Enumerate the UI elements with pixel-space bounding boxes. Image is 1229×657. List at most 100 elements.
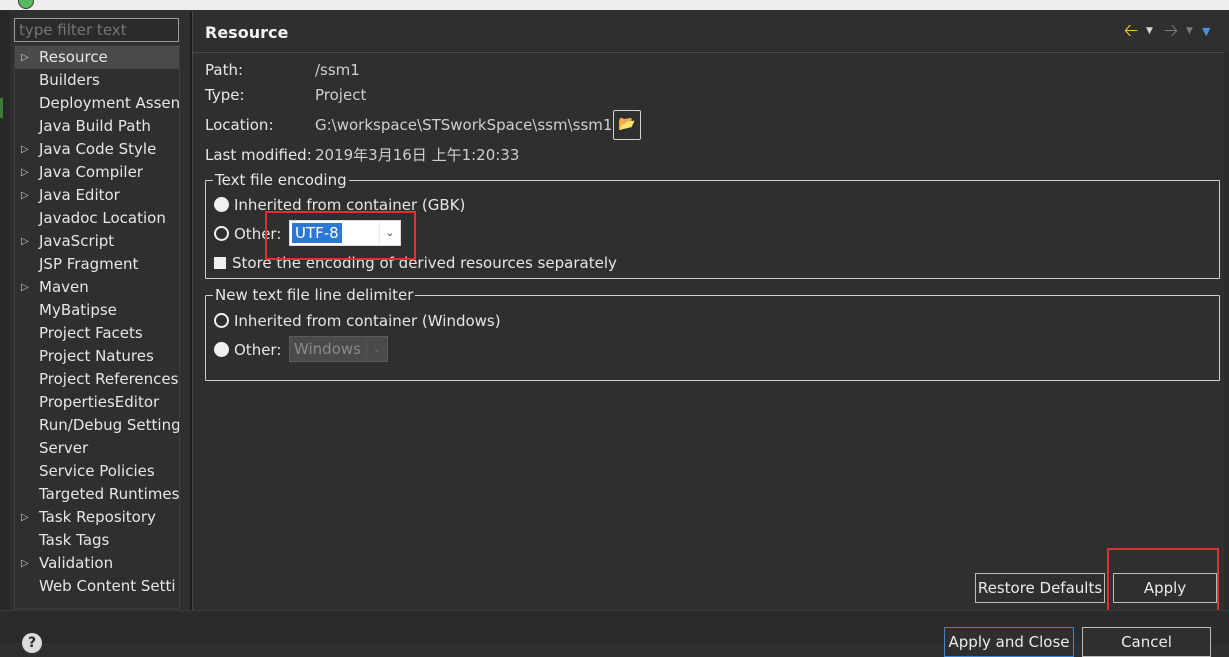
text-encoding-legend: Text file encoding [213,170,349,190]
expand-arrow-icon[interactable]: ▷ [21,276,31,299]
page-scrollbar[interactable] [1224,52,1229,610]
tree-item[interactable]: Task Tags [15,529,179,552]
tree-item[interactable]: ▷ Resource [15,46,179,69]
tree-item-label: Service Policies [39,462,155,480]
path-row: Path: /ssm1 [205,60,360,80]
tree-item-label: PropertiesEditor [39,393,160,411]
filter-input[interactable] [15,19,178,41]
expand-arrow-icon[interactable]: ▷ [21,46,31,69]
tree-item[interactable]: Service Policies [15,460,179,483]
tree-item[interactable]: JSP Fragment [15,253,179,276]
show-in-explorer-icon: 📂 [618,116,636,132]
tree-item-label: Validation [39,554,114,572]
tree-item-label: Builders [39,71,100,89]
tree-item[interactable]: Builders [15,69,179,92]
tree-item-label: JavaScript [39,232,115,250]
back-arrow-icon[interactable]: 🡠 [1122,21,1140,41]
expand-arrow-icon[interactable]: ▷ [21,138,31,161]
forward-dropdown-icon[interactable]: ▼ [1186,26,1196,36]
apply-and-close-button[interactable]: Apply and Close [944,627,1074,657]
forward-arrow-icon[interactable]: 🡢 [1162,21,1180,41]
expand-arrow-icon[interactable]: ▷ [21,506,31,529]
resource-page: Resource 🡠 ▼ 🡢 ▼ ▼ Path: /ssm1 Type: Proje… [192,12,1229,614]
tree-item[interactable]: Project Facets [15,322,179,345]
tree-item-label: Deployment Assen [39,94,180,112]
expand-arrow-icon[interactable]: ▷ [21,161,31,184]
cancel-button[interactable]: Cancel [1082,627,1211,657]
expand-arrow-icon[interactable]: ▷ [21,230,31,253]
tree-item[interactable]: ▷ Java Code Style [15,138,179,161]
history-nav: 🡠 ▼ 🡢 ▼ ▼ [1122,21,1212,41]
tree-item-label: Maven [39,278,89,296]
line-delimiter-group: New text file line delimiter Inherited f… [205,285,1220,381]
location-row: Location: G:\workspace\STSworkSpace\ssm\s… [205,115,612,135]
view-menu-icon[interactable]: ▼ [1202,25,1212,38]
expand-arrow-icon[interactable]: ▷ [21,184,31,207]
tree-item-label: JSP Fragment [39,255,139,273]
line-delimiter-legend: New text file line delimiter [213,285,416,305]
encoding-other-radio[interactable] [214,226,229,241]
tree-item[interactable]: Project Natures [15,345,179,368]
tree-item-label: MyBatipse [39,301,117,319]
tree-item[interactable]: ▷ JavaScript [15,230,179,253]
tree-item[interactable]: ▷ Task Repository [15,506,179,529]
tree-item-label: Targeted Runtimes [39,485,180,503]
back-dropdown-icon[interactable]: ▼ [1146,26,1156,36]
type-row: Type: Project [205,85,366,105]
modified-label: Last modified: [205,146,312,164]
delimiter-inherited-option[interactable]: Inherited from container (Windows) [214,310,501,332]
chevron-down-icon: ⌄ [366,337,387,361]
delimiter-select-value: Windows [294,340,361,358]
tree-item[interactable]: ▷ Java Compiler [15,161,179,184]
tree-item-label: Resource [39,48,108,66]
tree-item-label: Project References [39,370,179,388]
location-label: Location: [205,116,274,134]
tree-item[interactable]: Javadoc Location [15,207,179,230]
filter-box[interactable] [14,18,179,42]
tree-item-label: Java Build Path [39,117,151,135]
help-icon[interactable]: ? [22,633,42,653]
store-encoding-checkbox[interactable] [214,257,226,269]
delimiter-inherited-label: Inherited from container (Windows) [234,312,501,330]
delimiter-inherited-radio[interactable] [214,313,229,328]
tree-item[interactable]: Server [15,437,179,460]
tree-item-label: Web Content Setti [39,577,176,595]
delimiter-select: Windows ⌄ [289,336,388,362]
apply-highlight-box [1107,548,1219,614]
app-icon [18,0,34,9]
modified-row: Last modified: 2019年3月16日 上午1:20:33 [205,145,519,165]
tree-item[interactable]: Web Content Setti [15,575,179,598]
window-title-strip [0,0,1229,10]
tree-item[interactable]: Targeted Runtimes [15,483,179,506]
tree-item[interactable]: Run/Debug Setting [15,414,179,437]
tree-item-label: Task Tags [39,531,110,549]
location-value: G:\workspace\STSworkSpace\ssm\ssm1 [315,116,613,134]
tree-item[interactable]: ▷ Validation [15,552,179,575]
encoding-inherited-radio[interactable] [214,197,229,212]
modified-value: 2019年3月16日 上午1:20:33 [315,146,520,164]
tree-item[interactable]: MyBatipse [15,299,179,322]
tree-item-label: Task Repository [39,508,156,526]
tree-item-label: Project Facets [39,324,143,342]
tree-item-label: Java Code Style [39,140,157,158]
dialog-button-bar: ? Apply and Close Cancel [0,610,1229,657]
tree-item[interactable]: ▷ Maven [15,276,179,299]
open-location-button[interactable]: 📂 [613,110,641,140]
tree-item-label: Java Compiler [39,163,143,181]
tree-item-label: Java Editor [39,186,120,204]
tree-item[interactable]: ▷ Java Editor [15,184,179,207]
path-label: Path: [205,61,244,79]
tree-item[interactable]: Project References [15,368,179,391]
expand-arrow-icon[interactable]: ▷ [21,552,31,575]
tree-item[interactable]: PropertiesEditor [15,391,179,414]
delimiter-other-option[interactable]: Other: [214,339,281,361]
restore-defaults-button[interactable]: Restore Defaults [975,573,1105,603]
tree-item[interactable]: Deployment Assen [15,92,179,115]
property-page-tree[interactable]: ▷ Resource Builders Deployment Assen Java Bu… [14,45,180,609]
tree-item-label: Run/Debug Setting [39,416,180,434]
type-value: Project [315,86,367,104]
encoding-highlight-box [265,211,416,260]
delimiter-other-radio[interactable] [214,342,229,357]
tree-item[interactable]: Java Build Path [15,115,179,138]
edge-marker [0,98,3,118]
